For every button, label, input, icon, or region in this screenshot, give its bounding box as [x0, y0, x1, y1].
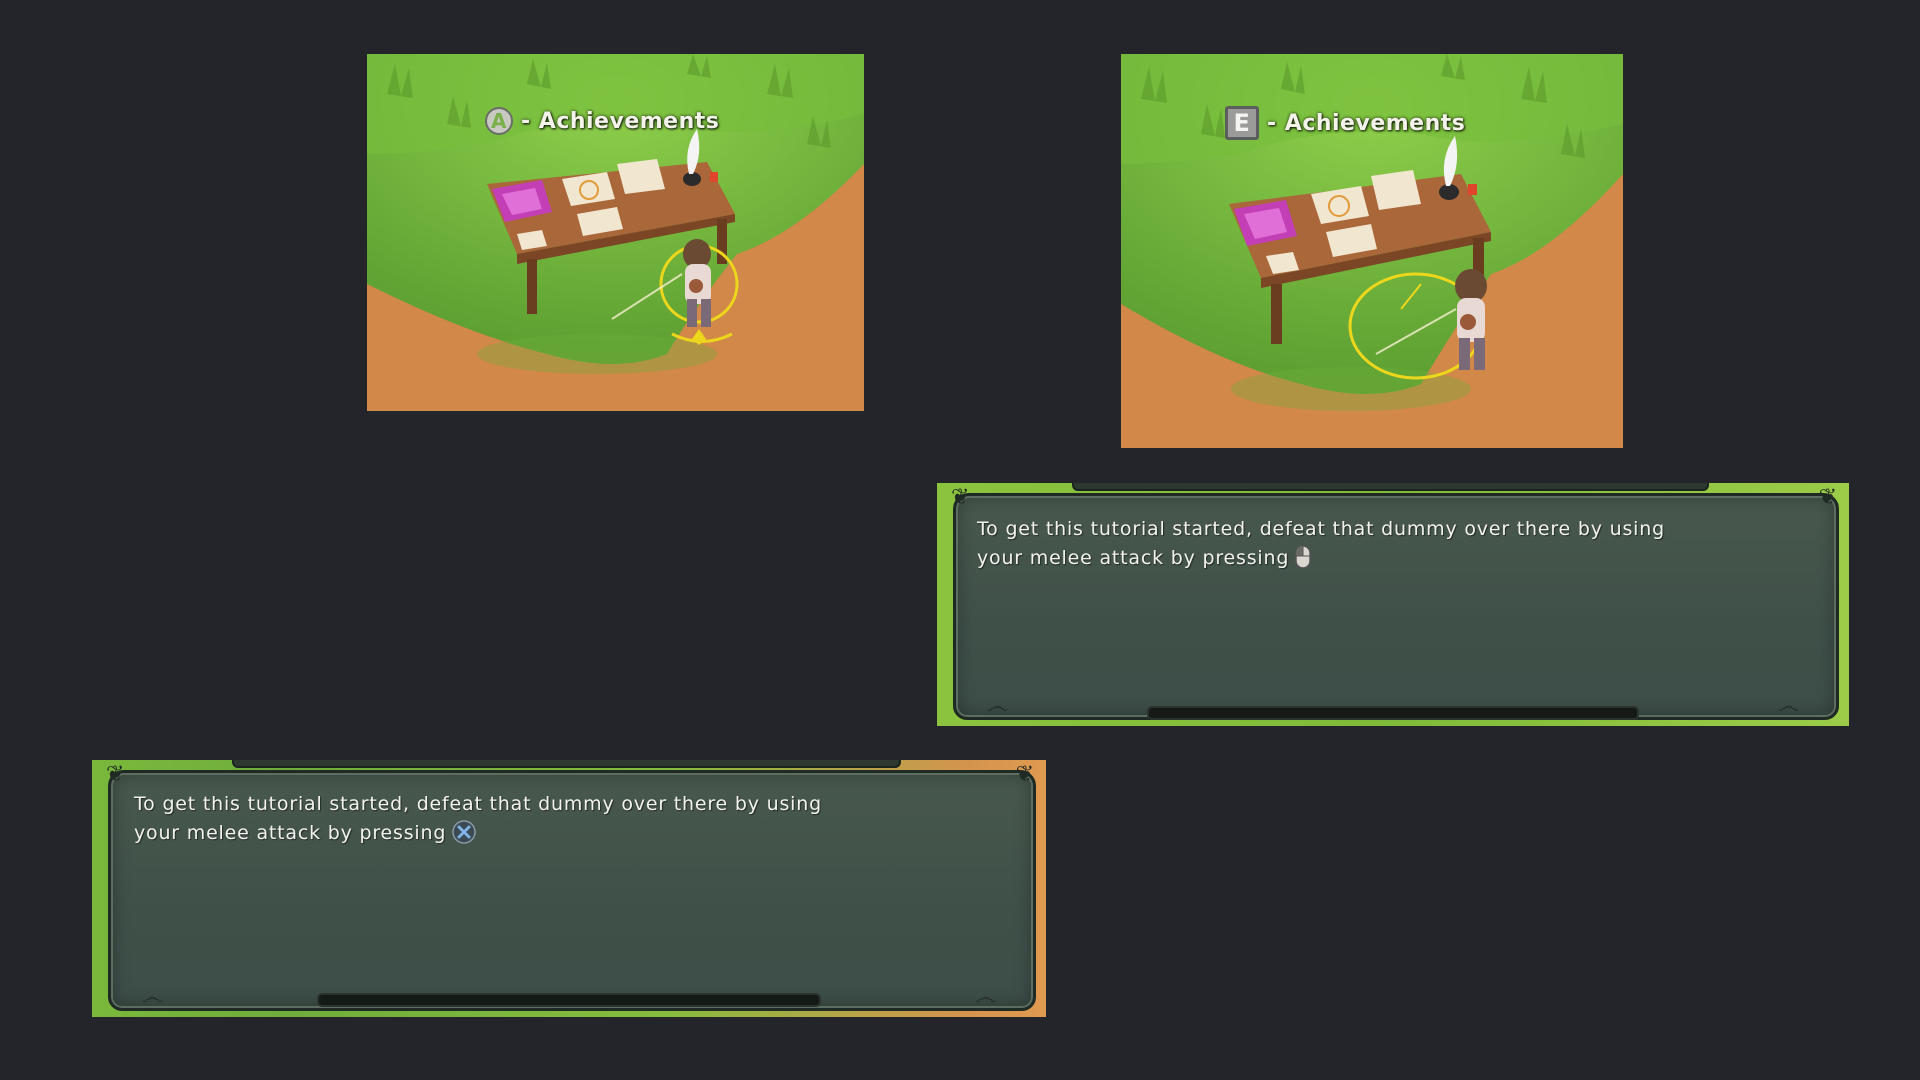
dialog-line-1: To get this tutorial started, defeat tha… — [977, 518, 1665, 540]
dialog-progress-bar — [1147, 706, 1639, 720]
achievements-prompt: A - Achievements — [485, 107, 719, 135]
corner-ornament: ❦ — [1818, 485, 1837, 510]
corner-ornament: ෴ — [975, 985, 996, 1010]
corner-ornament: ❦ — [951, 485, 970, 510]
dialog-text: To get this tutorial started, defeat tha… — [134, 790, 822, 848]
tutorial-dialog-keyboard: ❦ ❦ ෴ ෴ To get this tutorial started, de… — [937, 483, 1849, 726]
corner-ornament: ෴ — [1778, 694, 1799, 719]
dialog-progress-bar — [317, 993, 821, 1007]
keyboard-achievements-screenshot: E - Achievements — [1121, 54, 1623, 448]
tutorial-dialog-controller: ❦ ❦ ෴ ෴ To get this tutorial started, de… — [92, 760, 1046, 1017]
mouse-left-click-icon — [1295, 545, 1311, 569]
dialog-line-2: your melee attack by pressing — [977, 547, 1290, 569]
achievements-label: - Achievements — [521, 108, 720, 134]
e-key-icon: E — [1225, 106, 1259, 140]
controller-achievements-screenshot: A - Achievements — [367, 54, 864, 411]
dialog-line-1: To get this tutorial started, defeat tha… — [134, 793, 822, 815]
a-button-icon: A — [485, 107, 513, 135]
achievements-label: - Achievements — [1267, 110, 1466, 136]
dialog-line-2: your melee attack by pressing — [134, 822, 447, 844]
corner-ornament: ෴ — [142, 985, 163, 1010]
cross-button-icon — [452, 820, 476, 844]
dialog-text: To get this tutorial started, defeat tha… — [977, 515, 1665, 573]
corner-ornament: ❦ — [1015, 762, 1034, 787]
corner-ornament: ❦ — [106, 762, 125, 787]
corner-ornament: ෴ — [987, 694, 1008, 719]
achievements-prompt: E - Achievements — [1225, 106, 1465, 140]
